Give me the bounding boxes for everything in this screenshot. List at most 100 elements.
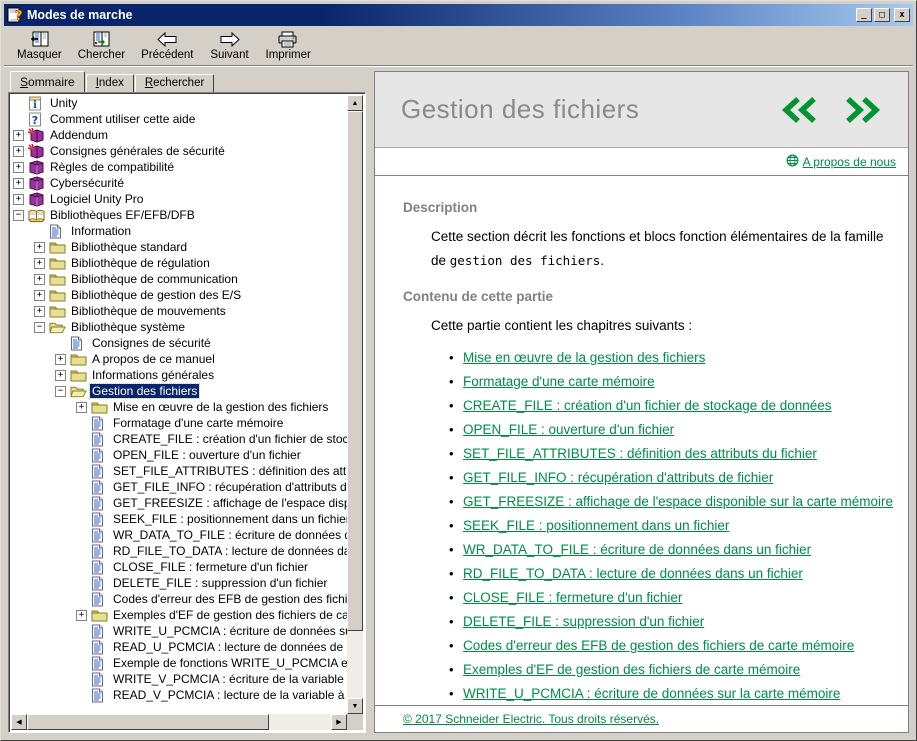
about-us-link[interactable]: A propos de nous	[786, 154, 896, 170]
tree-item[interactable]: Exemple de fonctions WRITE_U_PCMCIA et R…	[11, 655, 347, 671]
tree-item[interactable]: DELETE_FILE : suppression d'un fichier	[11, 575, 347, 591]
scroll-up-button[interactable]: ▲	[347, 95, 363, 111]
tree-item[interactable]: RD_FILE_TO_DATA : lecture de données dan…	[11, 543, 347, 559]
printer-icon	[277, 30, 299, 49]
tree-item-label: Comment utiliser cette aide	[48, 112, 197, 126]
tree-item[interactable]: + A propos de ce manuel	[11, 351, 347, 367]
tree-item[interactable]: ? Comment utiliser cette aide	[11, 111, 347, 127]
chapter-link[interactable]: Formatage d'une carte mémoire	[463, 374, 655, 389]
chapter-link[interactable]: SET_FILE_ATTRIBUTES : définition des att…	[463, 446, 817, 461]
tree-item[interactable]: GET_FILE_INFO : récupération d'attributs…	[11, 479, 347, 495]
toolbar-button[interactable]: Suivant	[203, 28, 257, 65]
chapter-link[interactable]: GET_FREESIZE : affichage de l'espace dis…	[463, 494, 893, 509]
tree-item[interactable]: + Bibliothèque de gestion des E/S	[11, 287, 347, 303]
nav-tab[interactable]: Index	[86, 74, 134, 92]
tree-item[interactable]: Formatage d'une carte mémoire	[11, 415, 347, 431]
tree-expander[interactable]: −	[55, 386, 66, 397]
tree-item[interactable]: WRITE_U_PCMCIA : écriture de données sur…	[11, 623, 347, 639]
chapter-link-list: Mise en œuvre de la gestion des fichiers…	[449, 346, 896, 705]
tree-item[interactable]: GET_FREESIZE : affichage de l'espace dis…	[11, 495, 347, 511]
maximize-button[interactable]: □	[874, 8, 890, 22]
chapter-link[interactable]: Exemples d'EF de gestion des fichiers de…	[463, 662, 800, 677]
tree-item[interactable]: − Bibliothèques EF/EFB/DFB	[11, 207, 347, 223]
tree-item[interactable]: + Bibliothèque de communication	[11, 271, 347, 287]
tree-expander[interactable]: +	[55, 354, 66, 365]
tree-item[interactable]: + Logiciel Unity Pro	[11, 191, 347, 207]
tree-item[interactable]: SEEK_FILE : positionnement dans un fichi…	[11, 511, 347, 527]
tree-item[interactable]: i Unity	[11, 95, 347, 111]
tree-vertical-scrollbar[interactable]: ▲ ▼	[347, 95, 363, 714]
tree-expander[interactable]: +	[13, 178, 24, 189]
tree-horizontal-scrollbar[interactable]: ◀ ▶	[11, 714, 347, 730]
chapter-link[interactable]: Codes d'erreur des EFB de gestion des fi…	[463, 638, 854, 653]
nav-tab[interactable]: Sommaire	[10, 71, 85, 92]
chapter-link[interactable]: CLOSE_FILE : fermeture d'un fichier	[463, 590, 682, 605]
tree-expander[interactable]: −	[34, 322, 45, 333]
tree-expander[interactable]: +	[13, 194, 24, 205]
toolbar-button[interactable]: Précédent	[134, 28, 200, 65]
tree-item[interactable]: CREATE_FILE : création d'un fichier de s…	[11, 431, 347, 447]
chapter-list-item: WRITE_U_PCMCIA : écriture de données sur…	[449, 682, 896, 705]
tree-expander[interactable]: +	[13, 162, 24, 173]
toolbar-button[interactable]: Masquer	[10, 28, 69, 65]
minimize-button[interactable]: _	[856, 8, 872, 22]
tree-item[interactable]: Information	[11, 223, 347, 239]
tree-expander[interactable]: −	[13, 210, 24, 221]
tree-item[interactable]: + Bibliothèque de régulation	[11, 255, 347, 271]
tree-item[interactable]: CLOSE_FILE : fermeture d'un fichier	[11, 559, 347, 575]
chapter-link[interactable]: Mise en œuvre de la gestion des fichiers	[463, 350, 705, 365]
tree-item[interactable]: + Consignes générales de sécurité	[11, 143, 347, 159]
tree-item[interactable]: + Bibliothèque standard	[11, 239, 347, 255]
tree-expander[interactable]: +	[34, 242, 45, 253]
toolbar-button[interactable]: Imprimer	[259, 28, 318, 65]
tree-item[interactable]: SET_FILE_ATTRIBUTES : définition des att…	[11, 463, 347, 479]
previous-topic-icon[interactable]	[780, 96, 820, 124]
chapter-link[interactable]: DELETE_FILE : suppression d'un fichier	[463, 614, 704, 629]
nav-tab[interactable]: Rechercher	[135, 74, 214, 92]
toolbar-button[interactable]: Chercher	[71, 28, 132, 65]
tree-expander[interactable]: +	[34, 290, 45, 301]
tree-item[interactable]: Consignes de sécurité	[11, 335, 347, 351]
scroll-right-button[interactable]: ▶	[331, 714, 347, 730]
chapter-link[interactable]: WR_DATA_TO_FILE : écriture de données da…	[463, 542, 811, 557]
copyright-link[interactable]: © 2017 Schneider Electric. Tous droits r…	[403, 712, 659, 726]
chapter-list-item: GET_FILE_INFO : récupération d'attributs…	[449, 466, 896, 490]
vertical-scroll-thumb[interactable]	[347, 111, 363, 631]
tree-item[interactable]: + Mise en œuvre de la gestion des fichie…	[11, 399, 347, 415]
tree-expander[interactable]: +	[76, 610, 87, 621]
tree-item[interactable]: + Règles de compatibilité	[11, 159, 347, 175]
tree-item-label: DELETE_FILE : suppression d'un fichier	[111, 576, 329, 590]
tree-expander[interactable]: +	[13, 130, 24, 141]
tree-item[interactable]: + Informations générales	[11, 367, 347, 383]
tree-expander[interactable]: +	[34, 274, 45, 285]
tree-expander[interactable]: +	[13, 146, 24, 157]
tree-expander[interactable]: +	[55, 370, 66, 381]
tree-item[interactable]: + Addendum	[11, 127, 347, 143]
chapter-link[interactable]: CREATE_FILE : création d'un fichier de s…	[463, 398, 832, 413]
pane-splitter[interactable]	[366, 71, 374, 733]
tree-item[interactable]: READ_U_PCMCIA : lecture de données de la…	[11, 639, 347, 655]
scroll-down-button[interactable]: ▼	[347, 698, 363, 714]
chapter-link[interactable]: GET_FILE_INFO : récupération d'attributs…	[463, 470, 773, 485]
scroll-left-button[interactable]: ◀	[11, 714, 27, 730]
tree-expander[interactable]: +	[34, 258, 45, 269]
close-button[interactable]: x	[894, 8, 910, 22]
tree-expander[interactable]: +	[76, 402, 87, 413]
horizontal-scroll-thumb[interactable]	[27, 714, 269, 730]
chapter-link[interactable]: OPEN_FILE : ouverture d'un fichier	[463, 422, 674, 437]
tree-item[interactable]: + Exemples d'EF de gestion des fichiers …	[11, 607, 347, 623]
next-topic-icon[interactable]	[842, 96, 882, 124]
tree-expander[interactable]: +	[34, 306, 45, 317]
tree-item[interactable]: OPEN_FILE : ouverture d'un fichier	[11, 447, 347, 463]
tree-item[interactable]: READ_V_PCMCIA : lecture de la variable à…	[11, 687, 347, 703]
tree-item[interactable]: + Cybersécurité	[11, 175, 347, 191]
tree-item[interactable]: + Bibliothèque de mouvements	[11, 303, 347, 319]
tree-item[interactable]: − Gestion des fichiers	[11, 383, 347, 399]
tree-item[interactable]: − Bibliothèque système	[11, 319, 347, 335]
tree-item[interactable]: Codes d'erreur des EFB de gestion des fi…	[11, 591, 347, 607]
chapter-link[interactable]: SEEK_FILE : positionnement dans un fichi…	[463, 518, 729, 533]
tree-item[interactable]: WRITE_V_PCMCIA : écriture de la variable…	[11, 671, 347, 687]
tree-item[interactable]: WR_DATA_TO_FILE : écriture de données da…	[11, 527, 347, 543]
chapter-link[interactable]: RD_FILE_TO_DATA : lecture de données dan…	[463, 566, 803, 581]
chapter-link[interactable]: WRITE_U_PCMCIA : écriture de données sur…	[463, 686, 840, 701]
